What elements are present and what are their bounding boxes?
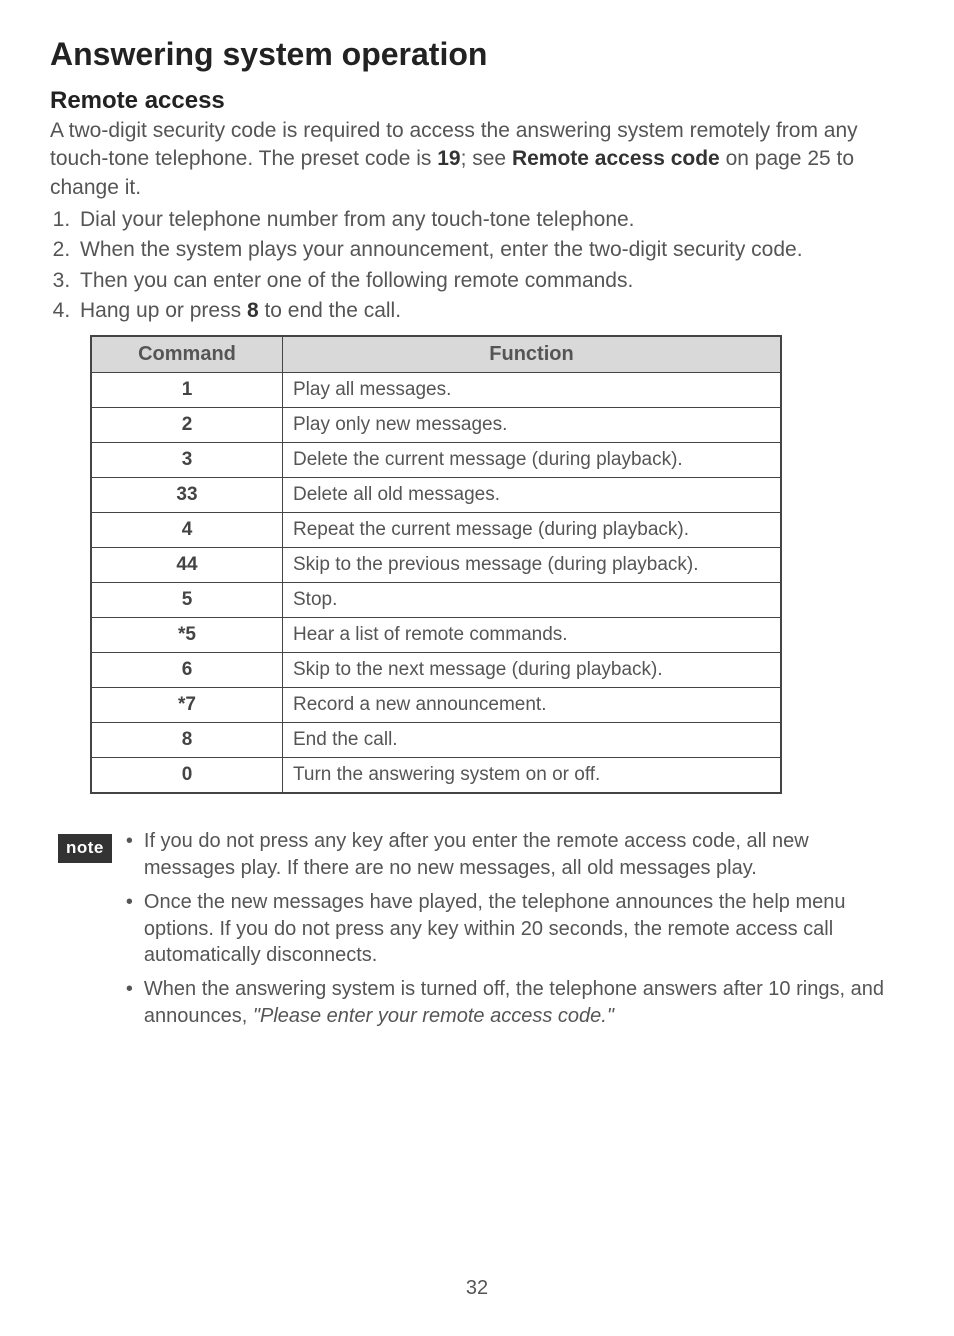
step-1: Dial your telephone number from any touc… <box>76 206 904 234</box>
cmd-cell: 44 <box>91 548 283 583</box>
cmd-cell: 2 <box>91 408 283 443</box>
cmd-cell: 3 <box>91 443 283 478</box>
table-row: 6Skip to the next message (during playba… <box>91 653 781 688</box>
table-row: 2Play only new messages. <box>91 408 781 443</box>
page-title: Answering system operation <box>50 36 904 73</box>
intro-text-2: ; see <box>461 147 512 170</box>
note-item-1: If you do not press any key after you en… <box>126 828 904 881</box>
cmd-cell: 0 <box>91 758 283 794</box>
note-item-3: When the answering system is turned off,… <box>126 976 904 1029</box>
step-3: Then you can enter one of the following … <box>76 267 904 295</box>
cmd-cell: 33 <box>91 478 283 513</box>
fn-cell: Play only new messages. <box>283 408 782 443</box>
note-3-quote: "Please enter your remote access code." <box>253 1005 614 1027</box>
cmd-cell: 8 <box>91 723 283 758</box>
table-row: 4Repeat the current message (during play… <box>91 513 781 548</box>
table-row: 33Delete all old messages. <box>91 478 781 513</box>
table-row: 0Turn the answering system on or off. <box>91 758 781 794</box>
intro-paragraph: A two-digit security code is required to… <box>50 117 904 202</box>
table-row: *7Record a new announcement. <box>91 688 781 723</box>
fn-cell: Delete all old messages. <box>283 478 782 513</box>
table-row: 44Skip to the previous message (during p… <box>91 548 781 583</box>
fn-cell: Turn the answering system on or off. <box>283 758 782 794</box>
fn-cell: End the call. <box>283 723 782 758</box>
fn-cell: Skip to the previous message (during pla… <box>283 548 782 583</box>
table-row: 5Stop. <box>91 583 781 618</box>
section-subtitle: Remote access <box>50 87 904 115</box>
col-header-command: Command <box>91 336 283 373</box>
step-4-key: 8 <box>247 299 259 322</box>
step-2: When the system plays your announcement,… <box>76 236 904 264</box>
intro-ref: Remote access code <box>512 147 720 170</box>
cmd-cell: *7 <box>91 688 283 723</box>
cmd-cell: *5 <box>91 618 283 653</box>
page-number: 32 <box>0 1277 954 1300</box>
note-list: If you do not press any key after you en… <box>126 828 904 1037</box>
fn-cell: Hear a list of remote commands. <box>283 618 782 653</box>
note-block: note If you do not press any key after y… <box>50 828 904 1037</box>
steps-list: Dial your telephone number from any touc… <box>50 206 904 325</box>
cmd-cell: 5 <box>91 583 283 618</box>
intro-preset-code: 19 <box>437 147 460 170</box>
table-row: *5Hear a list of remote commands. <box>91 618 781 653</box>
fn-cell: Play all messages. <box>283 373 782 408</box>
note-label: note <box>58 834 112 863</box>
step-4-text-a: Hang up or press <box>80 299 247 322</box>
fn-cell: Delete the current message (during playb… <box>283 443 782 478</box>
table-row: 8End the call. <box>91 723 781 758</box>
step-4-text-b: to end the call. <box>259 299 401 322</box>
fn-cell: Repeat the current message (during playb… <box>283 513 782 548</box>
table-row: 1Play all messages. <box>91 373 781 408</box>
cmd-cell: 1 <box>91 373 283 408</box>
step-4: Hang up or press 8 to end the call. <box>76 297 904 325</box>
cmd-cell: 6 <box>91 653 283 688</box>
fn-cell: Stop. <box>283 583 782 618</box>
col-header-function: Function <box>283 336 782 373</box>
note-item-2: Once the new messages have played, the t… <box>126 889 904 968</box>
commands-table: Command Function 1Play all messages. 2Pl… <box>90 335 782 794</box>
cmd-cell: 4 <box>91 513 283 548</box>
fn-cell: Skip to the next message (during playbac… <box>283 653 782 688</box>
table-row: 3Delete the current message (during play… <box>91 443 781 478</box>
fn-cell: Record a new announcement. <box>283 688 782 723</box>
